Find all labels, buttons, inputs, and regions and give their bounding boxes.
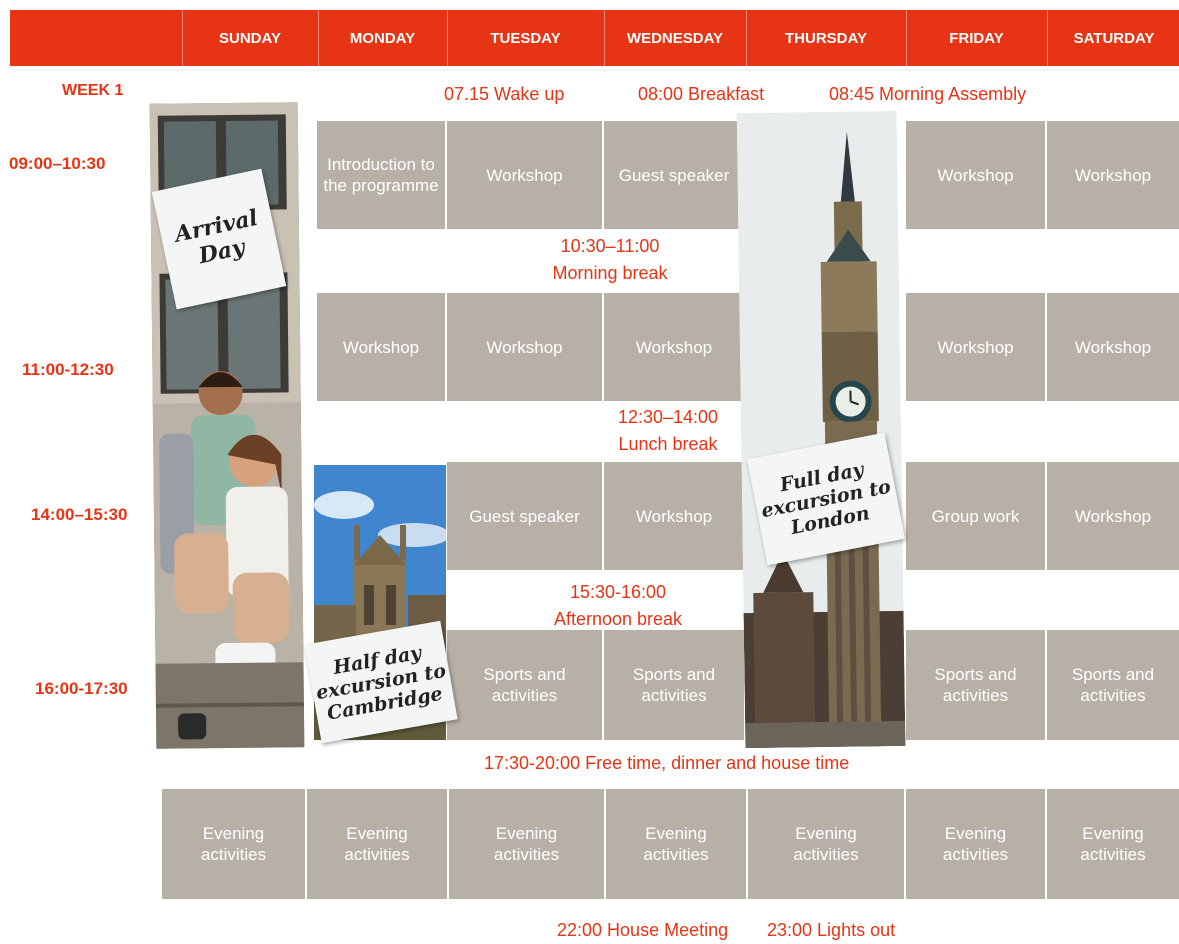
cell-sports-activities: Sports and activities bbox=[447, 630, 602, 740]
breakfast-time: 08:00 Breakfast bbox=[638, 84, 765, 104]
big-ben-illustration bbox=[736, 110, 906, 749]
cell-evening-activities: Evening activities bbox=[307, 789, 447, 899]
free-time-line: 17:30-20:00 Free time, dinner and house … bbox=[484, 753, 850, 773]
day-tuesday: TUESDAY bbox=[447, 10, 603, 66]
cell-evening-activities: Evening activities bbox=[906, 789, 1045, 899]
cell-workshop: Workshop bbox=[1047, 293, 1179, 401]
assembly-time: 08:45 Morning Assembly bbox=[829, 84, 1027, 104]
cell-workshop: Workshop bbox=[1047, 462, 1179, 570]
afternoon-break-label: Afternoon break bbox=[553, 609, 683, 629]
cell-workshop: Workshop bbox=[906, 293, 1045, 401]
wake-up-time: 07.15 Wake up bbox=[444, 84, 565, 104]
day-monday: MONDAY bbox=[318, 10, 446, 66]
day-sunday: SUNDAY bbox=[182, 10, 317, 66]
house-meeting-time: 22:00 House Meeting bbox=[557, 920, 729, 940]
day-thursday: THURSDAY bbox=[746, 10, 905, 66]
cell-workshop: Workshop bbox=[906, 121, 1045, 229]
day-friday: FRIDAY bbox=[906, 10, 1046, 66]
london-photo bbox=[736, 110, 906, 749]
morning-break-time: 10:30–11:00 bbox=[560, 236, 660, 256]
morning-break-label: Morning break bbox=[552, 263, 668, 283]
day-wednesday: WEDNESDAY bbox=[604, 10, 745, 66]
cell-evening-activities: Evening activities bbox=[606, 789, 746, 899]
cell-guest-speaker: Guest speaker bbox=[447, 462, 602, 570]
cell-group-work: Group work bbox=[906, 462, 1045, 570]
cell-workshop: Workshop bbox=[604, 293, 744, 401]
cell-workshop: Workshop bbox=[317, 293, 445, 401]
cell-evening-activities: Evening activities bbox=[748, 789, 904, 899]
cell-guest-speaker: Guest speaker bbox=[604, 121, 744, 229]
cell-evening-activities: Evening activities bbox=[449, 789, 604, 899]
cell-sports-activities: Sports and activities bbox=[906, 630, 1045, 740]
afternoon-break-time: 15:30-16:00 bbox=[569, 582, 667, 602]
cell-workshop: Workshop bbox=[604, 462, 744, 570]
week-label: WEEK 1 bbox=[62, 82, 124, 99]
cell-evening-activities: Evening activities bbox=[162, 789, 305, 899]
cell-workshop: Workshop bbox=[447, 121, 602, 229]
cell-sports-activities: Sports and activities bbox=[604, 630, 744, 740]
day-saturday: SATURDAY bbox=[1047, 10, 1179, 66]
cell-evening-activities: Evening activities bbox=[1047, 789, 1179, 899]
cell-workshop: Workshop bbox=[1047, 121, 1179, 229]
cell-workshop: Workshop bbox=[447, 293, 602, 401]
time-slot-3: 14:00–15:30 bbox=[31, 505, 128, 524]
cell-intro-programme: Introduction to the programme bbox=[317, 121, 445, 229]
time-slot-4: 16:00-17:30 bbox=[35, 679, 128, 698]
cell-sports-activities: Sports and activities bbox=[1047, 630, 1179, 740]
lights-out-time: 23:00 Lights out bbox=[767, 920, 896, 940]
time-slot-2: 11:00-12:30 bbox=[22, 360, 114, 379]
time-slot-1: 09:00–10:30 bbox=[9, 154, 106, 173]
